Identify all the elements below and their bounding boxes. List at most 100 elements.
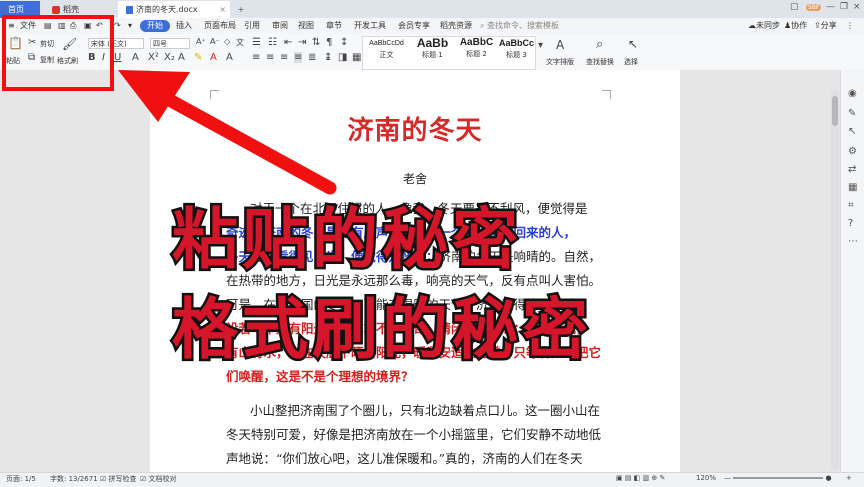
sort-icon[interactable]: ↕ <box>340 37 348 48</box>
clear-format-icon[interactable]: ◇ <box>224 37 230 46</box>
text-run: 小山整把济南围了个圈儿，只有北边缺着点口儿。这一圈小山在 <box>250 403 601 418</box>
select-panel-icon[interactable]: ↖ <box>848 126 856 137</box>
menu-developer[interactable]: 开发工具 <box>354 18 386 34</box>
style-heading-1-sample: AaBb <box>416 36 449 50</box>
menu-page-layout[interactable]: 页面布局 <box>204 18 236 34</box>
menu-view[interactable]: 视图 <box>298 18 314 34</box>
edit-panel-icon[interactable]: ✎ <box>848 108 856 119</box>
doc-proof[interactable]: ☑ 文档校对 <box>140 474 177 484</box>
menu-daoke-resources[interactable]: 稻壳资源 <box>440 18 472 34</box>
text-run: 声地说：“你们放心吧，这儿准保暖和。”真的，济南的人们在冬天 <box>226 451 583 466</box>
bullet-list-icon[interactable]: ☰ <box>252 37 261 48</box>
pinyin-icon[interactable]: 文 <box>236 37 244 48</box>
doc-proof-label: 文档校对 <box>148 475 177 483</box>
adjust-panel-icon[interactable]: ⇄ <box>848 164 856 175</box>
style-more-icon[interactable]: ▾ <box>538 40 543 51</box>
tab-document-label: 济南的冬天.docx <box>136 5 198 14</box>
style-panel-icon[interactable]: ◉ <box>848 88 857 99</box>
grow-font-icon[interactable]: A⁺ <box>196 37 206 46</box>
user-avatar[interactable]: SBF <box>806 2 822 12</box>
style-normal-sample: AaBbCcDd <box>369 40 404 47</box>
more-panel-icon[interactable]: ⋯ <box>848 236 858 247</box>
new-tab-button[interactable]: + <box>234 1 248 18</box>
right-side-panel: ◉ ✎ ↖ ⚙ ⇄ ▦ ⌗ ? ⋯ <box>840 70 864 472</box>
borders-icon[interactable]: ▦ <box>352 52 361 63</box>
style-heading-3-sample: AaBbCc <box>498 38 534 48</box>
overlay-title-paste: 粘贴的秘密 <box>170 199 522 281</box>
collab-label: 协作 <box>791 21 808 30</box>
share-icon: ⇪ <box>814 21 821 30</box>
text-run: 冬天特别可爱，好像是把济南放在一个小摇篮里，它们安静不动地低 <box>226 427 602 442</box>
tab-document[interactable]: 济南的冬天.docx × <box>118 1 230 18</box>
search-placeholder: 查找命令、搜索模板 <box>487 21 560 30</box>
font-size-select[interactable]: 四号 <box>150 38 190 49</box>
sync-label: 未同步 <box>756 21 780 30</box>
numbered-list-icon[interactable]: ☷ <box>268 37 277 48</box>
minimize-icon[interactable]: — <box>826 2 835 12</box>
select-cursor-icon[interactable]: ↖ <box>628 37 638 51</box>
search-command[interactable]: ⌕ 查找命令、搜索模板 <box>480 18 559 34</box>
checkbox-icon: ☑ <box>140 475 147 483</box>
checkbox-icon: ☑ <box>100 475 107 483</box>
spell-check[interactable]: ☑ 拼写检查 <box>100 474 137 484</box>
text-layout-button[interactable]: 文字排版 <box>546 57 574 67</box>
share-button[interactable]: ⇪分享 <box>814 18 837 34</box>
style-heading-1[interactable]: AaBb 标题 1 <box>410 36 455 66</box>
decrease-indent-icon[interactable]: ⇤ <box>284 37 292 48</box>
maximize-icon[interactable]: ❐ <box>840 2 848 12</box>
chinese-layout-icon[interactable]: ⇅ <box>312 37 320 48</box>
tab-close-icon[interactable]: × <box>219 1 226 18</box>
settings-panel-icon[interactable]: ⚙ <box>848 146 857 157</box>
word-count[interactable]: 字数: 13/2671 <box>50 474 98 484</box>
increase-indent-icon[interactable]: ⇥ <box>298 37 306 48</box>
share-label: 分享 <box>820 21 837 30</box>
paragraph-line[interactable]: 冬天特别可爱，好像是把济南放在一个小摇篮里，它们安静不动地低 <box>226 424 612 443</box>
status-bar: 页面: 1/5 字数: 13/2671 ☑ 拼写检查 ☑ 文档校对 ▣ ▤ ◧ … <box>0 472 864 487</box>
style-normal[interactable]: AaBbCcDd 正文 <box>364 36 409 66</box>
style-heading-2[interactable]: AaBbC 标题 2 <box>454 36 499 66</box>
zoom-slider[interactable]: — ● <box>724 474 832 482</box>
menu-chapter[interactable]: 章节 <box>326 18 342 34</box>
spell-check-label: 拼写检查 <box>108 475 137 483</box>
redo-icon[interactable]: ↷ <box>114 18 121 34</box>
daoke-logo-icon <box>52 5 60 14</box>
scrollbar-thumb[interactable] <box>832 96 838 126</box>
menu-insert[interactable]: 插入 <box>176 18 192 34</box>
menu-bar: ≡ 文件 ▤ ▥ ⎙ ▣ ↶ ↷ ▾ 开始 插入 页面布局 引用 审阅 视图 章… <box>0 18 864 34</box>
text-layout-icon[interactable]: A <box>556 38 564 52</box>
shrink-font-icon[interactable]: A⁻ <box>210 37 220 46</box>
zoom-in-icon[interactable]: + <box>846 474 852 482</box>
zoom-level[interactable]: 120% <box>696 474 716 482</box>
menu-start[interactable]: 开始 <box>140 20 170 32</box>
highlight-box <box>2 15 114 91</box>
style-heading-3[interactable]: AaBbCc 标题 3 <box>494 36 539 66</box>
paragraph-line[interactable]: 声地说：“你们放心吧，这儿准保暖和。”真的，济南的人们在冬天 <box>226 448 612 467</box>
close-window-icon[interactable]: × <box>853 2 861 12</box>
menu-member[interactable]: 会员专享 <box>398 18 430 34</box>
crop-panel-icon[interactable]: ⌗ <box>848 200 854 211</box>
paragraph-line[interactable]: 小山整把济南围了个圈儿，只有北边缺着点口儿。这一圈小山在 <box>250 400 636 419</box>
show-marks-icon[interactable]: ¶ <box>326 37 332 48</box>
doc-icon <box>126 5 133 14</box>
more-icon[interactable]: ⋮ <box>846 18 854 34</box>
overlay-title-format-painter: 格式刷的秘密 <box>170 289 592 371</box>
sync-status[interactable]: ☁未同步 <box>748 18 780 34</box>
collab-button[interactable]: ♟协作 <box>784 18 807 34</box>
page-indicator[interactable]: 页面: 1/5 <box>6 474 36 484</box>
menu-review[interactable]: 审阅 <box>272 18 288 34</box>
quick-access-dropdown-icon[interactable]: ▾ <box>128 18 132 34</box>
find-replace-button[interactable]: 查找替换 <box>586 57 614 67</box>
find-icon[interactable]: ⌕ <box>596 37 603 52</box>
style-normal-label: 正文 <box>379 51 394 59</box>
search-icon: ⌕ <box>480 21 485 30</box>
layout-panel-icon[interactable]: ▦ <box>848 182 857 193</box>
window-icon[interactable]: ▢ <box>790 2 799 12</box>
select-button[interactable]: 选择 <box>624 57 638 67</box>
title-bar: 首页 稻壳 济南的冬天.docx × + ▢ SBF — ❐ × <box>0 0 864 18</box>
view-mode-icons[interactable]: ▣ ▤ ◧ ▥ ⊕ ✎ <box>616 474 665 482</box>
style-heading-3-label: 标题 3 <box>506 51 527 59</box>
vertical-scrollbar[interactable] <box>831 90 839 470</box>
red-arrow <box>118 70 337 195</box>
menu-references[interactable]: 引用 <box>244 18 260 34</box>
help-panel-icon[interactable]: ? <box>848 218 853 229</box>
